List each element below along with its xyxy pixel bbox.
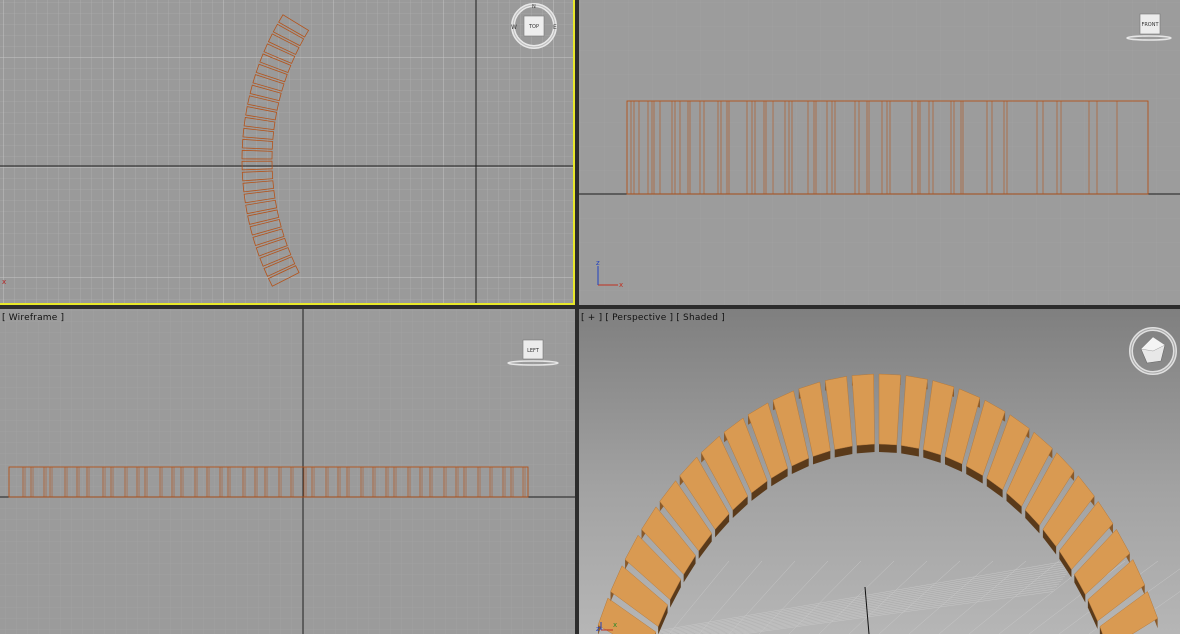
- front-grid: z x: [579, 0, 1180, 305]
- svg-text:z: z: [596, 625, 600, 633]
- viewport-perspective[interactable]: z x [ + ] [ Perspective ] [ Shaded ]: [579, 309, 1180, 634]
- grid-line: [788, 560, 862, 634]
- plank-side: [856, 444, 875, 454]
- svg-text:z: z: [596, 259, 600, 267]
- grid-line: [878, 560, 961, 634]
- compass-w: W: [511, 24, 517, 31]
- grid-line: [686, 573, 1068, 634]
- grid-line: [848, 560, 928, 634]
- viewport-front[interactable]: z x FRONT: [579, 0, 1180, 305]
- navcube-icon[interactable]: LEFT: [505, 337, 561, 367]
- navcube-face-label: TOP: [528, 24, 539, 30]
- perspective-scene: z x: [596, 373, 1180, 634]
- grid-line: [710, 581, 1062, 634]
- navcube-icon[interactable]: FRONT: [1124, 10, 1174, 42]
- navcube-face-label: LEFT: [527, 348, 540, 354]
- svg-text:x: x: [613, 621, 617, 629]
- grid-line: [742, 591, 1054, 634]
- plank-top: [851, 373, 875, 446]
- plank-top: [878, 373, 901, 446]
- navcube-face-label: FRONT: [1141, 22, 1159, 28]
- viewport-left[interactable]: [ Wireframe ] LEFT: [0, 309, 575, 634]
- viewport-perspective-label[interactable]: [ + ] [ Perspective ] [ Shaded ]: [581, 313, 725, 323]
- viewcube-ring-icon[interactable]: [1127, 325, 1179, 377]
- left-grid: [0, 309, 575, 634]
- plank-top: [900, 375, 928, 449]
- top-grid: x: [0, 0, 575, 305]
- compass-n: N: [532, 4, 536, 10]
- viewport-top[interactable]: x TOP W E N: [0, 0, 575, 305]
- grid-line: [702, 578, 1064, 634]
- plank-top: [824, 376, 853, 450]
- grid-line: [818, 560, 895, 634]
- navcube-icon[interactable]: TOP W E N: [507, 2, 561, 50]
- viewport-left-label[interactable]: [ Wireframe ]: [2, 313, 64, 323]
- compass-e: E: [553, 24, 557, 31]
- axis-x-label: x: [2, 278, 6, 286]
- grid-line: [670, 568, 1072, 634]
- plank-side: [879, 444, 897, 453]
- svg-text:x: x: [619, 281, 623, 289]
